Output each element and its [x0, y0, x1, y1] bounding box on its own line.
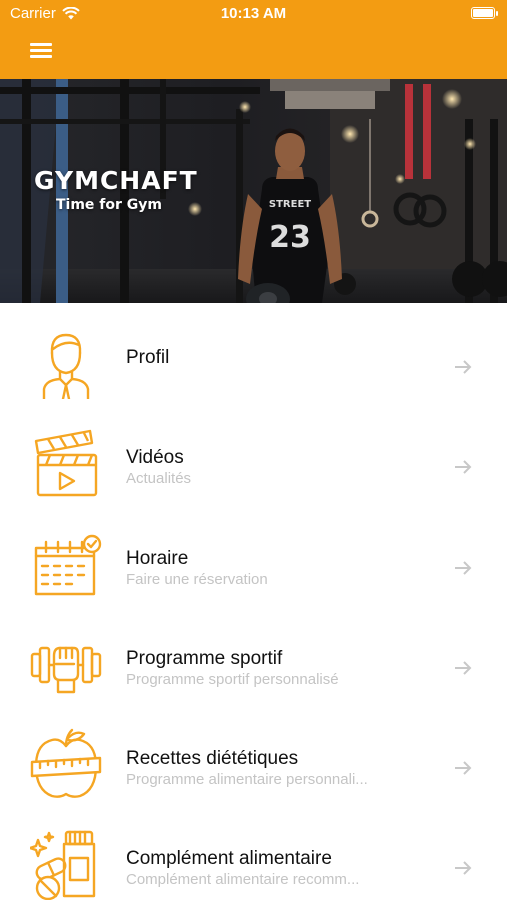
menu-item-subtitle: Programme alimentaire personnali...: [126, 771, 368, 789]
battery-icon: [471, 7, 498, 19]
battery-fill: [473, 9, 493, 17]
menu-item-videos[interactable]: Vidéos Actualités: [0, 403, 507, 503]
menu-item-complement[interactable]: Complément alimentaire Complément alimen…: [0, 804, 507, 900]
arrow-right-icon: [455, 460, 472, 475]
arrow-right-icon: [455, 861, 472, 876]
menu-item-title: Programme sportif: [126, 647, 283, 669]
hero-title: GYMCHAFT: [34, 166, 198, 195]
status-bar: Carrier 10:13 AM: [0, 0, 507, 28]
dumbbell-fist-icon: [30, 646, 102, 694]
profile-person-icon: [42, 333, 90, 399]
hamburger-menu-icon[interactable]: [30, 41, 54, 61]
menu-item-subtitle: Faire une réservation: [126, 570, 268, 588]
menu-item-title: Complément alimentaire: [126, 848, 332, 870]
supplement-pills-icon: [30, 831, 96, 900]
menu-item-title: Recettes diététiques: [126, 748, 299, 770]
clapperboard-video-icon: [34, 430, 98, 497]
menu-item-title: Profil: [126, 347, 170, 368]
menu-item-programme-sportif[interactable]: Programme sportif Programme sportif pers…: [0, 604, 507, 704]
menu-item-horaire[interactable]: Horaire Faire une réservation: [0, 504, 507, 604]
menu-item-profil[interactable]: Profil: [0, 303, 507, 403]
hero-subtitle: Time for Gym: [56, 197, 162, 213]
menu-item-recettes[interactable]: Recettes diététiques Programme alimentai…: [0, 704, 507, 804]
menu-item-title: Vidéos: [126, 447, 184, 469]
menu-list: Profil Vidéos Actualités Horaire Faire u…: [0, 303, 507, 900]
arrow-right-icon: [455, 761, 472, 775]
menu-item-subtitle: Actualités: [126, 470, 192, 488]
menu-item-subtitle: Complément alimentaire recomm...: [126, 871, 360, 889]
apple-measuring-tape-icon: [30, 728, 102, 799]
nav-bar: [0, 28, 507, 79]
jersey-text: STREET: [269, 199, 311, 210]
menu-item-subtitle: Programme sportif personnalisé: [126, 670, 339, 688]
arrow-right-icon: [455, 560, 472, 575]
hero-banner: STREET 23 GYMCHAFT Time for Gym: [0, 79, 507, 303]
calendar-check-icon: [34, 534, 102, 595]
jersey-number: 23: [269, 220, 311, 255]
arrow-right-icon: [455, 661, 472, 675]
status-time: 10:13 AM: [220, 5, 287, 22]
menu-item-title: Horaire: [126, 547, 189, 569]
arrow-right-icon: [455, 360, 472, 374]
